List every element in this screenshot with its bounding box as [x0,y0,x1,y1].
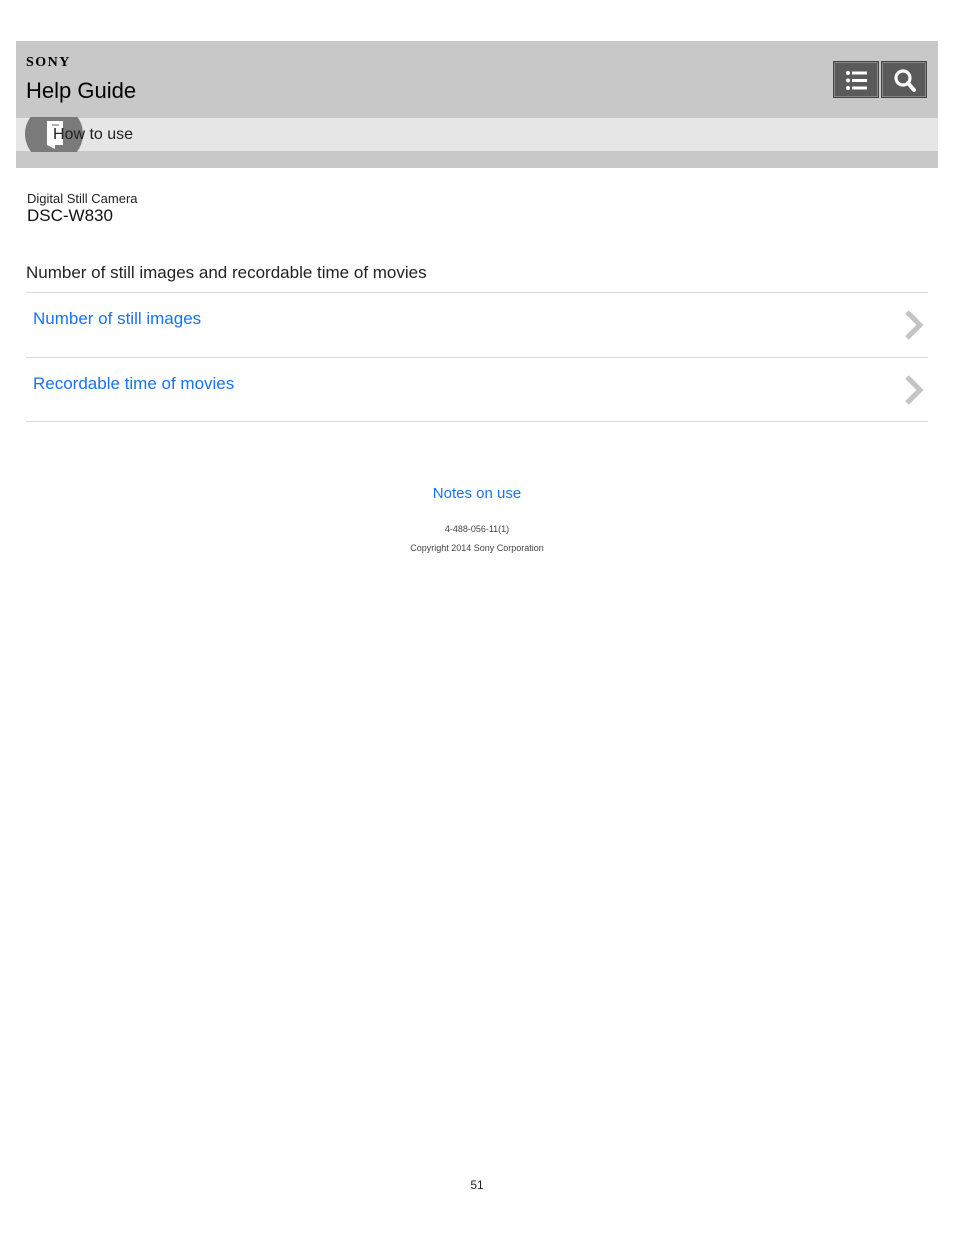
app-title: Help Guide [26,78,137,103]
chevron-right-icon [905,310,924,340]
still-images-link[interactable]: Number of still images [33,309,201,329]
brand-logo: SONY [26,55,71,70]
topic-list: Number of still images Recordable time o… [26,292,928,422]
search-button[interactable] [881,61,927,98]
product-line: Digital Still Camera [27,191,138,206]
page-title: Number of still images and recordable ti… [26,263,427,282]
breadcrumb-link-how-to-use[interactable]: How to use [53,126,133,144]
notes-on-use-link[interactable]: Notes on use [0,485,954,502]
breadcrumb: How to use [16,117,938,152]
toc-button[interactable] [833,61,879,98]
list-item-still-images[interactable]: Number of still images [26,292,928,357]
page-number: 51 [470,1178,484,1192]
chevron-right-icon [905,375,924,405]
document-id: 4-488-056-11(1) [444,524,510,534]
product-model: DSC-W830 [27,206,113,225]
list-icon [846,71,867,90]
list-item-recordable-time[interactable]: Recordable time of movies [26,357,928,422]
copyright-text: Copyright 2014 Sony Corporation [410,543,544,553]
recordable-time-link[interactable]: Recordable time of movies [33,374,234,394]
site-header: SONY Help Guide How to use [16,41,938,168]
search-icon [894,69,916,92]
